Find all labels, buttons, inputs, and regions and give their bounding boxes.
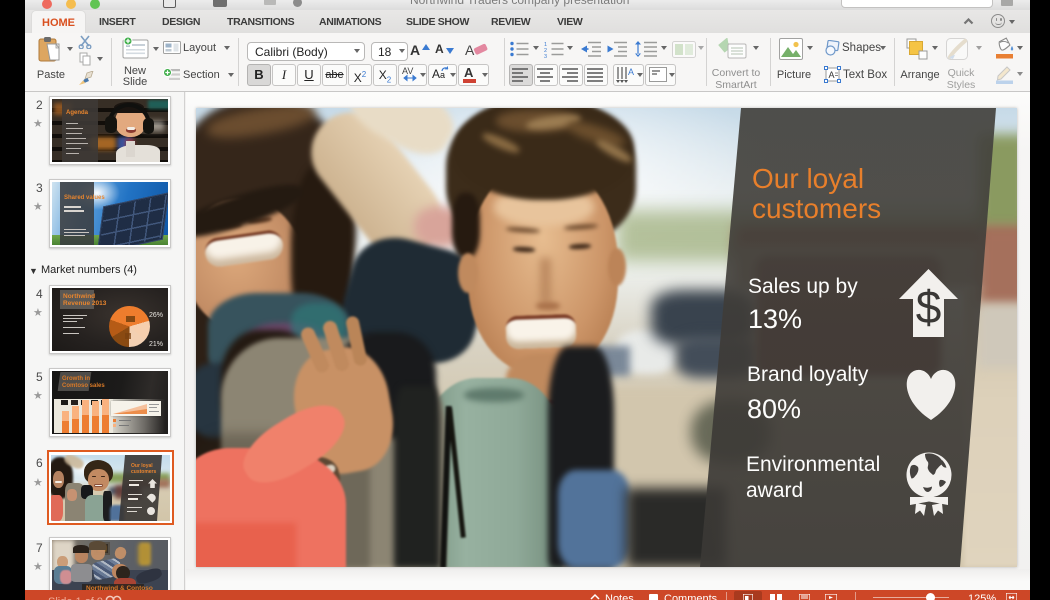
svg-text:$: $ [916,281,942,333]
svg-text:A: A [628,67,634,77]
svg-text:A: A [465,42,475,58]
svg-text:AV: AV [402,66,413,76]
svg-text:3: 3 [544,54,547,58]
svg-text:A: A [829,70,835,80]
